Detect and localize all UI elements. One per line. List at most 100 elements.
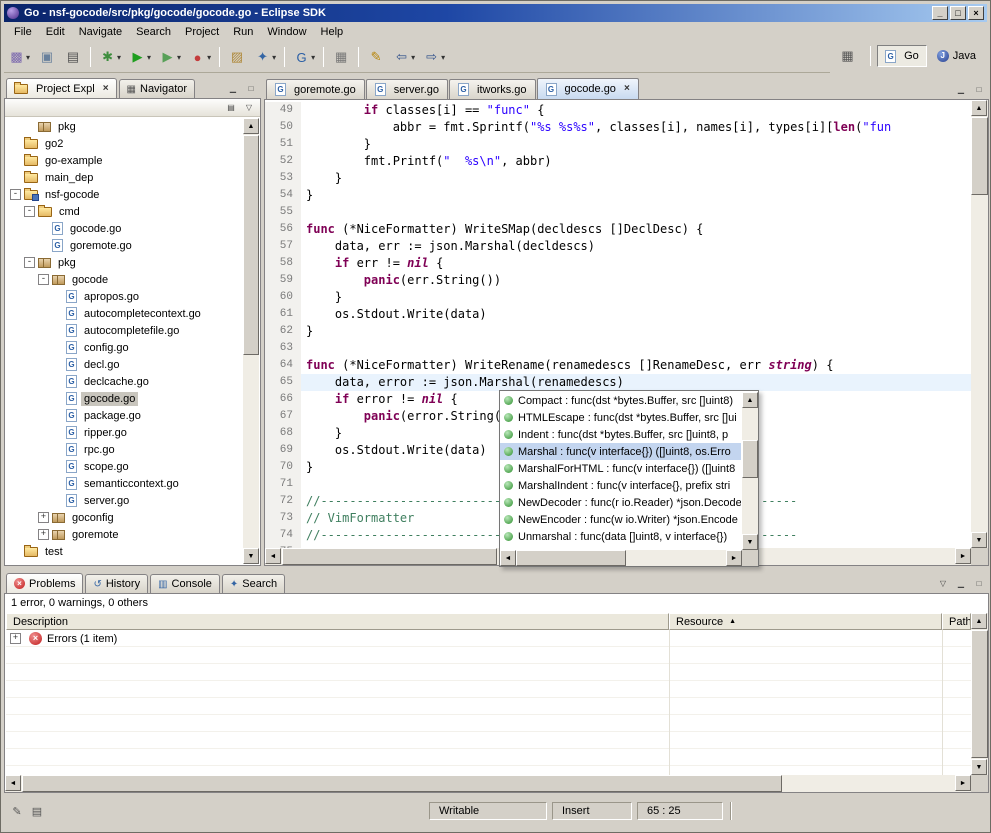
scroll-right-icon[interactable]: ► bbox=[955, 548, 971, 564]
tree-item[interactable]: Gdecl.go bbox=[6, 356, 243, 373]
tab-search[interactable]: ✦Search bbox=[222, 574, 285, 593]
code-line[interactable]: 50 abbr = fmt.Sprintf("%s %s%s", classes… bbox=[265, 119, 971, 136]
tree-item[interactable]: Gserver.go bbox=[6, 492, 243, 509]
code-line[interactable]: 63 bbox=[265, 340, 971, 357]
menu-help[interactable]: Help bbox=[314, 24, 351, 40]
autocomplete-item[interactable]: MarshalIndent : func(v interface{}, pref… bbox=[500, 477, 741, 494]
close-icon[interactable]: × bbox=[624, 84, 630, 94]
tab-console[interactable]: ▥Console bbox=[150, 574, 220, 593]
dropdown-arrow-icon[interactable]: ▾ bbox=[411, 53, 415, 62]
view-menu-icon[interactable]: ▽ bbox=[935, 576, 951, 590]
tree-item[interactable]: Gapropos.go bbox=[6, 288, 243, 305]
tree-item[interactable]: -pkg bbox=[6, 254, 243, 271]
editor-vertical-scrollbar[interactable]: ▲ ▼ bbox=[971, 100, 988, 548]
tree-item[interactable]: Gscope.go bbox=[6, 458, 243, 475]
scroll-down-icon[interactable]: ▼ bbox=[742, 534, 758, 550]
editor-tab-goremote-go[interactable]: Ggoremote.go bbox=[266, 79, 365, 99]
menu-window[interactable]: Window bbox=[260, 24, 313, 40]
maximize-view-icon[interactable]: □ bbox=[971, 576, 987, 590]
maximize-view-icon[interactable]: □ bbox=[243, 81, 259, 95]
dropdown-arrow-icon[interactable]: ▾ bbox=[207, 53, 211, 62]
problems-table-body[interactable]: + × Errors (1 item) bbox=[6, 630, 971, 775]
code-line[interactable]: 61 os.Stdout.Write(data) bbox=[265, 306, 971, 323]
scroll-right-icon[interactable]: ► bbox=[726, 550, 742, 566]
scrollbar-thumb[interactable] bbox=[742, 440, 758, 478]
column-path[interactable]: Path bbox=[942, 613, 971, 630]
code-line[interactable]: 57 data, err := json.Marshal(decldescs) bbox=[265, 238, 971, 255]
dropdown-arrow-icon[interactable]: ▾ bbox=[311, 53, 315, 62]
tree-item[interactable]: main_dep bbox=[6, 169, 243, 186]
tree-item[interactable]: Ggocode.go bbox=[6, 220, 243, 237]
tab-project-explorer[interactable]: Project Expl × bbox=[6, 78, 117, 98]
code-line[interactable]: 56func (*NiceFormatter) WriteSMap(declde… bbox=[265, 221, 971, 238]
scroll-down-icon[interactable]: ▼ bbox=[971, 532, 987, 548]
problems-vertical-scrollbar[interactable]: ▲ ▼ bbox=[971, 613, 988, 775]
dropdown-arrow-icon[interactable]: ▾ bbox=[147, 53, 151, 62]
code-line[interactable]: 53 } bbox=[265, 170, 971, 187]
open-resource-button[interactable]: ▨ bbox=[225, 45, 249, 69]
code-line[interactable]: 52 fmt.Printf(" %s\n", abbr) bbox=[265, 153, 971, 170]
trim-stack-icon[interactable]: ▤ bbox=[28, 802, 46, 820]
print-button[interactable]: ▤ bbox=[61, 45, 85, 69]
code-line[interactable]: 59 panic(err.String()) bbox=[265, 272, 971, 289]
autocomplete-item[interactable]: Marshal : func(v interface{}) ([]uint8, … bbox=[500, 443, 741, 460]
new-wizard-button[interactable]: ▩▾ bbox=[5, 45, 33, 69]
close-icon[interactable]: × bbox=[103, 84, 109, 94]
menu-search[interactable]: Search bbox=[129, 24, 178, 40]
tree-toggle-minus[interactable]: - bbox=[24, 257, 35, 268]
tree-item[interactable]: Gconfig.go bbox=[6, 339, 243, 356]
autocomplete-item[interactable]: Compact : func(dst *bytes.Buffer, src []… bbox=[500, 392, 741, 409]
minimize-view-icon[interactable]: ▁ bbox=[225, 81, 241, 95]
scrollbar-thumb[interactable] bbox=[22, 775, 782, 792]
dropdown-arrow-icon[interactable]: ▾ bbox=[117, 53, 121, 62]
run-button[interactable]: ▶▾ bbox=[126, 45, 154, 69]
menu-run[interactable]: Run bbox=[226, 24, 260, 40]
tree-item[interactable]: +goconfig bbox=[6, 509, 243, 526]
code-line[interactable]: 64func (*NiceFormatter) WriteRename(rena… bbox=[265, 357, 971, 374]
scrollbar-thumb[interactable] bbox=[971, 117, 988, 195]
tree-item[interactable]: +goremote bbox=[6, 526, 243, 543]
external-tools-button[interactable]: ●▾ bbox=[186, 45, 214, 69]
tab-history[interactable]: ↺History bbox=[85, 574, 148, 593]
tree-item[interactable]: -gocode bbox=[6, 271, 243, 288]
forward-button[interactable]: ⇨▾ bbox=[420, 45, 448, 69]
scroll-left-icon[interactable]: ◄ bbox=[5, 775, 21, 791]
scroll-right-icon[interactable]: ► bbox=[955, 775, 971, 791]
autocomplete-item[interactable]: NewDecoder : func(r io.Reader) *json.Dec… bbox=[500, 494, 741, 511]
maximize-view-icon[interactable]: □ bbox=[971, 82, 987, 96]
new-go-element-button[interactable]: G▾ bbox=[290, 45, 318, 69]
dropdown-arrow-icon[interactable]: ▾ bbox=[26, 53, 30, 62]
scroll-down-icon[interactable]: ▼ bbox=[971, 759, 987, 775]
code-line[interactable]: 65 data, error := json.Marshal(renamedes… bbox=[265, 374, 971, 391]
scroll-up-icon[interactable]: ▲ bbox=[971, 613, 987, 629]
expand-toggle[interactable]: + bbox=[10, 633, 21, 644]
tree-item[interactable]: Gripper.go bbox=[6, 424, 243, 441]
minimize-view-icon[interactable]: ▁ bbox=[953, 576, 969, 590]
autocomplete-item[interactable]: Indent : func(dst *bytes.Buffer, src []u… bbox=[500, 426, 741, 443]
search-button[interactable]: ✦▾ bbox=[251, 45, 279, 69]
fast-view-icon[interactable]: ✎ bbox=[8, 802, 26, 820]
code-line[interactable]: 55 bbox=[265, 204, 971, 221]
tree-item[interactable]: Gdeclcache.go bbox=[6, 373, 243, 390]
menu-edit[interactable]: Edit bbox=[39, 24, 72, 40]
tree-scrollbar[interactable]: ▲ ▼ bbox=[243, 118, 259, 564]
tab-problems[interactable]: ×Problems bbox=[6, 573, 83, 593]
tree-toggle-plus[interactable]: + bbox=[38, 529, 49, 540]
perspective-go-button[interactable]: G Go bbox=[877, 45, 927, 67]
save-button[interactable]: ▣ bbox=[35, 45, 59, 69]
autocomplete-item[interactable]: HTMLEscape : func(dst *bytes.Buffer, src… bbox=[500, 409, 741, 426]
column-description[interactable]: Description bbox=[6, 613, 669, 630]
scrollbar-thumb[interactable] bbox=[971, 630, 988, 758]
scroll-down-icon[interactable]: ▼ bbox=[243, 548, 259, 564]
scroll-up-icon[interactable]: ▲ bbox=[243, 118, 259, 134]
view-menu-icon[interactable]: ▽ bbox=[241, 101, 257, 115]
tree-item[interactable]: -nsf-gocode bbox=[6, 186, 243, 203]
tree-item[interactable]: Gsemanticcontext.go bbox=[6, 475, 243, 492]
tree-item[interactable]: Ggocode.go bbox=[6, 390, 243, 407]
popup-vertical-scrollbar[interactable]: ▲ ▼ bbox=[742, 392, 758, 550]
run-history-button[interactable]: ▶▾ bbox=[156, 45, 184, 69]
editor-tab-server-go[interactable]: Gserver.go bbox=[366, 79, 448, 99]
scroll-up-icon[interactable]: ▲ bbox=[971, 100, 987, 116]
code-line[interactable]: 49 if classes[i] == "func" { bbox=[265, 102, 971, 119]
tree-toggle-minus[interactable]: - bbox=[10, 189, 21, 200]
